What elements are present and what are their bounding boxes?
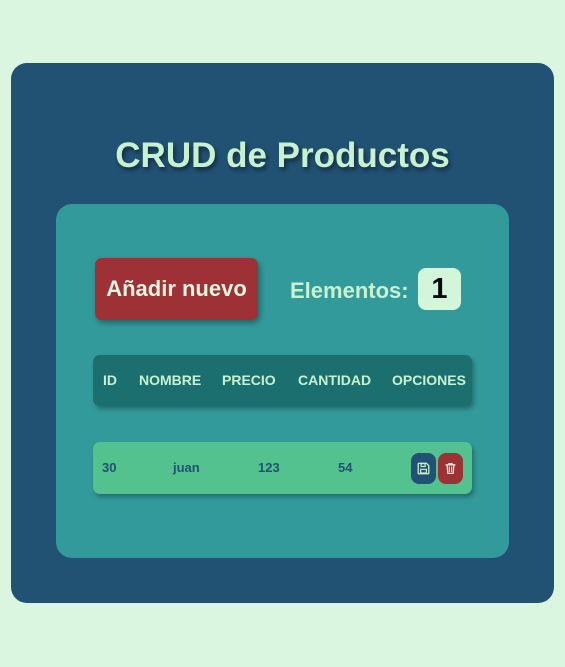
items-count-label: Elementos:	[290, 278, 409, 303]
header-precio: PRECIO	[222, 372, 276, 388]
cell-nombre: juan	[173, 460, 200, 475]
add-new-button[interactable]: Añadir nuevo	[95, 258, 258, 320]
cell-id: 30	[102, 460, 117, 475]
cell-precio: 123	[258, 460, 280, 475]
table-row: 30 juan 123 54	[93, 442, 472, 494]
floppy-disk-icon	[417, 462, 430, 475]
header-nombre: NOMBRE	[139, 372, 202, 388]
delete-button[interactable]	[438, 453, 463, 484]
page-title: CRUD de Productos	[115, 136, 450, 175]
header-opciones: OPCIONES	[392, 372, 466, 388]
cell-cantidad: 54	[338, 460, 353, 475]
save-button[interactable]	[411, 453, 436, 484]
items-count-badge: 1	[418, 268, 461, 310]
trash-icon	[445, 463, 456, 474]
header-id: ID	[103, 372, 117, 388]
table-header: ID NOMBRE PRECIO CANTIDAD OPCIONES	[93, 355, 472, 406]
header-cantidad: CANTIDAD	[298, 372, 372, 388]
